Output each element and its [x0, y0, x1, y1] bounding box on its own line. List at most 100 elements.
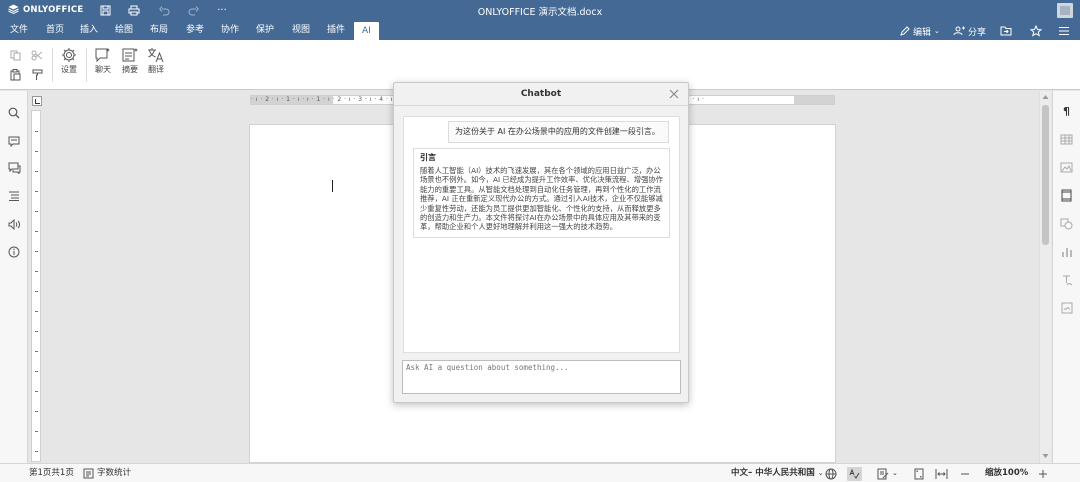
summarize-button[interactable]: 摘要 — [120, 47, 140, 75]
chat-panel-button[interactable] — [7, 161, 21, 175]
chart-settings-button[interactable] — [1059, 244, 1074, 259]
translate-button[interactable]: 翻译 — [146, 47, 166, 75]
menu-button[interactable] — [1058, 24, 1070, 38]
undo-button[interactable] — [156, 3, 172, 18]
fit-width-button[interactable] — [935, 464, 948, 482]
copy-button[interactable] — [8, 48, 22, 62]
chat-history[interactable]: 为这份关于 AI 在办公场景中的应用的文件创建一段引言。 引言 随着人工智能（A… — [403, 116, 680, 353]
chat-button[interactable]: 聊天 — [93, 47, 113, 75]
left-sidebar — [0, 91, 28, 463]
search-button[interactable] — [7, 106, 21, 120]
summary-icon — [121, 47, 139, 63]
print-icon — [128, 5, 140, 16]
print-button[interactable] — [126, 3, 142, 18]
tab-ai[interactable]: AI — [354, 22, 379, 40]
minus-icon — [960, 469, 970, 479]
menu-tab-bar: 文件 首页 插入 绘图 布局 参考 协作 保护 视图 插件 AI 编辑 ⌄ 分享 — [0, 21, 1080, 40]
scroll-up-icon[interactable] — [1042, 94, 1049, 100]
page-info-label: 第1页共1页 — [29, 464, 74, 482]
onlyoffice-logo: ONLYOFFICE — [8, 4, 83, 15]
star-icon — [1030, 25, 1042, 37]
edit-mode-label: 编辑 — [913, 25, 931, 38]
track-changes-button[interactable]: ⌄ — [877, 464, 898, 482]
spellcheck-button[interactable] — [847, 464, 862, 482]
tab-protection[interactable]: 保护 — [254, 21, 276, 40]
share-button[interactable]: 分享 — [953, 24, 986, 38]
cut-button[interactable] — [30, 48, 44, 62]
edit-mode-button[interactable]: 编辑 ⌄ — [900, 24, 940, 38]
save-icon — [100, 5, 111, 16]
copy-icon — [10, 50, 21, 61]
ask-ai-input[interactable] — [402, 360, 681, 394]
tab-collaboration[interactable]: 协作 — [219, 21, 241, 40]
about-button[interactable] — [7, 245, 21, 259]
page-info[interactable]: 第1页共1页 — [29, 464, 74, 482]
copy-style-button[interactable] — [30, 68, 44, 82]
header-footer-settings-button[interactable] — [1059, 188, 1074, 203]
text-art-settings-button[interactable] — [1059, 272, 1074, 287]
scissors-icon — [31, 50, 43, 61]
ai-settings-button[interactable]: 设置 — [59, 47, 79, 75]
paste-button[interactable] — [8, 68, 22, 82]
favorite-button[interactable] — [1030, 24, 1042, 38]
tab-references[interactable]: 参考 — [184, 21, 206, 40]
avatar[interactable] — [1057, 3, 1073, 18]
logo-text: ONLYOFFICE — [23, 5, 83, 15]
tab-file[interactable]: 文件 — [8, 21, 30, 40]
zoom-level[interactable]: 缩放100% — [985, 464, 1028, 482]
tab-stop-selector[interactable] — [32, 96, 42, 106]
comments-button[interactable] — [7, 134, 21, 148]
signature-settings-button[interactable] — [1059, 300, 1074, 315]
more-icon[interactable]: ··· — [214, 3, 230, 18]
chat-label: 聊天 — [95, 64, 111, 75]
paragraph-settings-button[interactable]: ¶ — [1059, 104, 1074, 119]
text-art-icon — [1061, 274, 1073, 286]
chat-icon — [8, 162, 21, 174]
language-selector[interactable]: 中文– 中华人民共和国 ⌄ — [731, 464, 824, 482]
doc-language-button[interactable] — [825, 464, 837, 482]
vertical-scrollbar[interactable] — [1039, 91, 1051, 463]
word-count-button[interactable]: 字数统计 — [83, 464, 131, 482]
track-changes-icon — [877, 468, 889, 480]
title-bar: ONLYOFFICE ··· ONLYOFFICE 演示文档.docx — [0, 0, 1080, 21]
close-icon[interactable] — [668, 88, 680, 100]
settings-label: 设置 — [61, 64, 77, 75]
redo-button[interactable] — [185, 3, 201, 18]
chat-bubble-icon — [94, 47, 112, 63]
ai-response-body: 随着人工智能（AI）技术的飞速发展，其在各个领域的应用日益广泛，办公场景也不例外… — [420, 166, 663, 232]
chevron-down-icon: ⌄ — [818, 464, 824, 482]
paste-icon — [10, 69, 21, 81]
folder-icon — [1000, 26, 1012, 36]
tab-home[interactable]: 首页 — [44, 21, 66, 40]
shape-settings-button[interactable] — [1059, 216, 1074, 231]
fit-width-icon — [935, 468, 948, 480]
zoom-in-button[interactable] — [1038, 464, 1048, 482]
tab-plugins[interactable]: 插件 — [325, 21, 347, 40]
save-button[interactable] — [97, 3, 113, 18]
open-location-button[interactable] — [1000, 24, 1012, 38]
table-settings-button[interactable] — [1059, 132, 1074, 147]
tab-insert[interactable]: 插入 — [78, 21, 100, 40]
chatbot-dialog: Chatbot 为这份关于 AI 在办公场景中的应用的文件创建一段引言。 引言 … — [393, 82, 689, 403]
scroll-down-icon[interactable] — [1042, 453, 1049, 459]
header-footer-icon — [1061, 189, 1072, 202]
speech-button[interactable] — [7, 217, 21, 231]
navigation-button[interactable] — [7, 189, 21, 203]
globe-icon — [825, 468, 837, 480]
tab-draw[interactable]: 绘图 — [113, 21, 135, 40]
share-user-icon — [953, 26, 965, 36]
fit-page-button[interactable] — [913, 464, 925, 482]
fit-page-icon — [913, 468, 925, 480]
zoom-out-button[interactable] — [960, 464, 970, 482]
format-painter-icon — [32, 69, 43, 81]
word-count-label: 字数统计 — [97, 464, 131, 482]
vertical-ruler[interactable] — [31, 110, 41, 462]
info-icon — [8, 246, 20, 258]
tab-view[interactable]: 视图 — [290, 21, 312, 40]
redo-icon — [188, 6, 199, 16]
image-settings-button[interactable] — [1059, 160, 1074, 175]
scrollbar-thumb[interactable] — [1042, 105, 1049, 245]
chatbot-title[interactable]: Chatbot — [394, 83, 688, 106]
user-message: 为这份关于 AI 在办公场景中的应用的文件创建一段引言。 — [448, 121, 669, 143]
tab-layout[interactable]: 布局 — [148, 21, 170, 40]
